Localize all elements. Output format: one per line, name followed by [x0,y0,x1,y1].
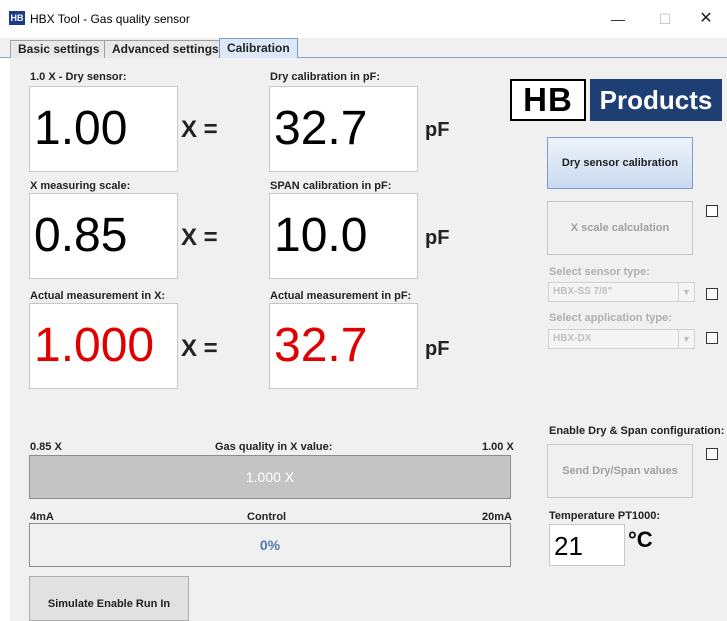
gas-quality-bar: 1.000 X [29,455,511,499]
dry-pf-value: 32.7 [269,86,418,172]
x-scale-calculation-button[interactable]: X scale calculation [547,201,693,255]
application-type-value: HBX-DX [553,333,592,344]
sensor-type-select[interactable]: HBX-SS 7/8" ▼ [548,282,695,302]
scale-x-label: X measuring scale: [30,180,131,192]
unit-pf-1: pF [425,119,450,141]
calibration-panel: 1.0 X - Dry sensor: 1.00 X = Dry calibra… [10,58,727,621]
gas-quality-value: 1.000 X [245,469,295,485]
x-scale-checkbox[interactable] [706,205,718,217]
temperature-unit: °C [628,527,653,552]
tab-basic-settings[interactable]: Basic settings [10,40,108,58]
actual-x-value: 1.000 [29,303,178,389]
enable-config-label: Enable Dry & Span configuration: [549,425,725,437]
gas-min-label: 0.85 X [30,441,62,453]
hb-products-logo: HB Products [510,79,722,121]
control-title: Control [247,511,287,523]
simulate-run-in-button[interactable]: Simulate Enable Run In [29,576,189,621]
actual-x-label: Actual measurement in X: [30,290,166,302]
unit-pf-3: pF [425,338,450,360]
span-pf-label: SPAN calibration in pF: [270,180,392,192]
unit-pf-2: pF [425,227,450,249]
title-bar: HB HBX Tool - Gas quality sensor — ☐ ✕ [0,0,727,38]
dry-pf-label: Dry calibration in pF: [270,71,381,83]
chevron-down-icon: ▼ [678,330,694,348]
control-min-label: 4mA [30,511,54,523]
actual-pf-value: 32.7 [269,303,418,389]
app-icon: HB [9,11,25,25]
enable-config-checkbox[interactable] [706,448,718,460]
window-title: HBX Tool - Gas quality sensor [30,12,190,26]
scale-x-value: 0.85 [29,193,178,279]
span-pf-value: 10.0 [269,193,418,279]
maximize-button[interactable]: ☐ [642,6,688,32]
dry-sensor-calibration-button[interactable]: Dry sensor calibration [547,137,693,189]
control-bar: 0% [29,523,511,567]
sensor-type-value: HBX-SS 7/8" [553,286,613,297]
gas-max-label: 1.00 X [482,441,514,453]
send-dry-span-button[interactable]: Send Dry/Span values [547,444,693,498]
application-type-checkbox[interactable] [706,332,718,344]
dry-x-label: 1.0 X - Dry sensor: [30,71,127,83]
application-type-label: Select application type: [549,312,672,324]
dry-x-value: 1.00 [29,86,178,172]
sensor-type-label: Select sensor type: [549,266,650,278]
control-max-label: 20mA [482,511,512,523]
gas-quality-title: Gas quality in X value: [215,441,333,453]
tab-advanced-settings[interactable]: Advanced settings [104,40,227,58]
tab-calibration[interactable]: Calibration [219,38,298,59]
temperature-label: Temperature PT1000: [549,510,661,522]
actual-pf-label: Actual measurement in pF: [270,290,412,302]
temperature-value: 21 [549,524,625,566]
logo-hb: HB [510,79,586,121]
x-equals-2: X = [181,224,218,251]
logo-products: Products [590,79,722,121]
application-type-select[interactable]: HBX-DX ▼ [548,329,695,349]
x-equals-3: X = [181,335,218,362]
tab-strip: Basic settings Advanced settings Calibra… [0,38,727,59]
control-value: 0% [259,537,281,553]
minimize-button[interactable]: — [595,6,641,32]
x-equals-1: X = [181,116,218,143]
sensor-type-checkbox[interactable] [706,288,718,300]
close-button[interactable]: ✕ [683,6,727,32]
chevron-down-icon: ▼ [678,283,694,301]
